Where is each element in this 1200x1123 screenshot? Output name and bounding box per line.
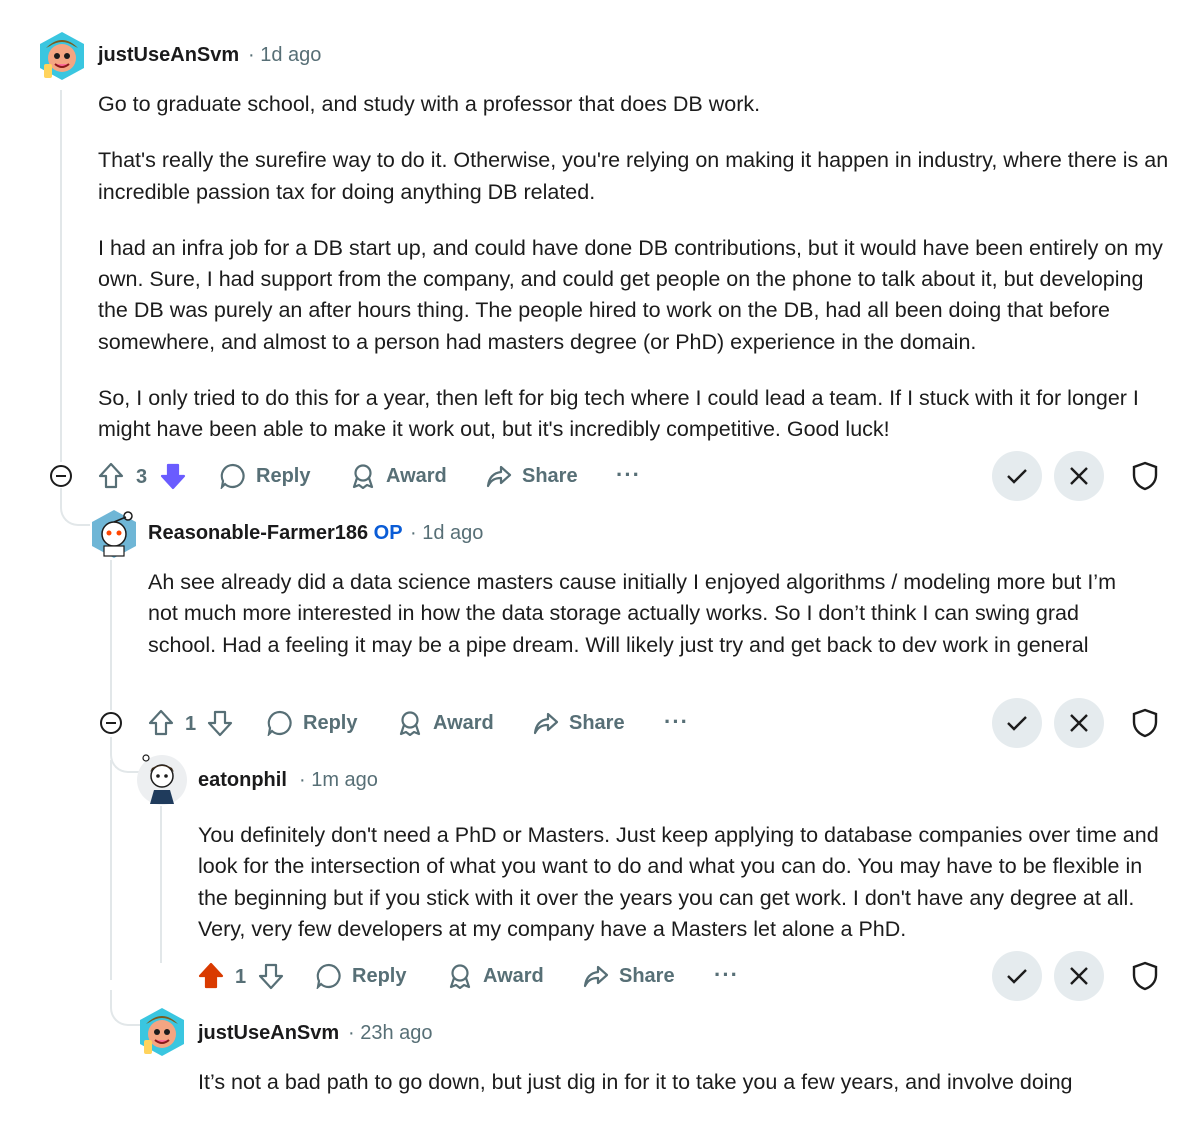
more-options-button[interactable]: ···: [616, 462, 641, 488]
share-button[interactable]: Share: [583, 963, 675, 989]
comment-paragraph: Ah see already did a data science master…: [148, 570, 1116, 657]
thread-line-reply-1: [110, 560, 112, 710]
comment-icon: [220, 463, 245, 489]
downvote-icon[interactable]: [160, 462, 186, 495]
avatar[interactable]: [88, 506, 136, 558]
reply-button[interactable]: Reply: [316, 963, 406, 989]
comment-author[interactable]: justUseAnSvm: [198, 1022, 339, 1045]
remove-button[interactable]: [1054, 951, 1104, 1001]
comment-paragraph: So, I only tried to do this for a year, …: [98, 386, 1139, 442]
vote-count: 1: [185, 713, 197, 735]
share-icon: [583, 965, 609, 988]
comment-paragraph: It’s not a bad path to go down, but just…: [198, 1070, 1073, 1094]
vote-count: 3: [136, 466, 148, 488]
share-icon: [533, 712, 559, 735]
shield-icon[interactable]: [1131, 961, 1161, 991]
thread-line-reply-2: [110, 760, 112, 980]
comment-timestamp[interactable]: · 1d ago: [410, 522, 483, 545]
comment-paragraph: That's really the surefire way to do it.…: [98, 148, 1169, 204]
upvote-icon[interactable]: [198, 962, 224, 995]
comment-body: It’s not a bad path to go down, but just…: [198, 1067, 1173, 1123]
comment-author[interactable]: justUseAnSvm: [98, 44, 239, 67]
remove-icon: [1070, 714, 1088, 732]
comment-body: You definitely don't need a PhD or Maste…: [198, 820, 1173, 970]
comment-timestamp[interactable]: · 1d ago: [248, 44, 321, 67]
approve-button[interactable]: [992, 698, 1042, 748]
more-options-button[interactable]: ···: [664, 709, 689, 735]
approve-icon: [1007, 469, 1027, 484]
comment-paragraph: I had an infra job for a DB start up, an…: [98, 235, 1163, 354]
award-button[interactable]: Award: [397, 710, 494, 736]
comment-paragraph: You definitely don't need a PhD or Maste…: [198, 823, 1159, 941]
collapse-icon[interactable]: [50, 465, 72, 487]
thread-line-reply-3: [160, 806, 162, 963]
approve-icon: [1007, 716, 1027, 731]
upvote-icon[interactable]: [148, 709, 174, 742]
avatar[interactable]: [136, 754, 187, 805]
approve-button[interactable]: [992, 451, 1042, 501]
award-button[interactable]: Award: [447, 963, 544, 989]
approve-button[interactable]: [992, 951, 1042, 1001]
reply-label: Reply: [303, 711, 358, 734]
comment-icon: [267, 710, 292, 736]
award-icon: [352, 464, 374, 489]
award-button[interactable]: Award: [350, 463, 447, 489]
reply-label: Reply: [352, 964, 407, 987]
share-label: Share: [569, 711, 625, 734]
share-label: Share: [522, 464, 578, 487]
award-label: Award: [433, 711, 494, 734]
remove-icon: [1070, 967, 1088, 985]
award-label: Award: [483, 964, 544, 987]
downvote-icon[interactable]: [258, 962, 284, 995]
comment-timestamp[interactable]: · 1m ago: [299, 769, 378, 792]
more-options-button[interactable]: ···: [714, 962, 739, 988]
reply-button[interactable]: Reply: [220, 463, 310, 489]
thread-elbow: [60, 488, 90, 526]
vote-count: 1: [235, 966, 247, 988]
comment-paragraph: Go to graduate school, and study with a …: [98, 92, 761, 116]
remove-button[interactable]: [1054, 451, 1104, 501]
downvote-icon[interactable]: [207, 709, 233, 742]
collapse-icon[interactable]: [100, 712, 122, 734]
reply-label: Reply: [256, 464, 311, 487]
comment-body: Go to graduate school, and study with a …: [98, 89, 1178, 471]
remove-button[interactable]: [1054, 698, 1104, 748]
comment-author[interactable]: eatonphil: [198, 769, 287, 792]
share-label: Share: [619, 964, 675, 987]
thread-line-root: [60, 90, 62, 462]
comment-body: Ah see already did a data science master…: [148, 567, 1148, 686]
share-icon: [486, 465, 512, 488]
remove-icon: [1070, 467, 1088, 485]
avatar[interactable]: [136, 1004, 184, 1056]
comment-author[interactable]: Reasonable-Farmer186 OP: [148, 522, 403, 545]
award-icon: [449, 964, 471, 989]
avatar[interactable]: [36, 28, 84, 80]
shield-icon[interactable]: [1131, 708, 1161, 738]
op-badge: OP: [373, 522, 403, 544]
shield-icon[interactable]: [1131, 461, 1161, 491]
share-button[interactable]: Share: [533, 710, 625, 736]
comment-icon: [316, 963, 341, 989]
reply-button[interactable]: Reply: [267, 710, 357, 736]
comment-timestamp[interactable]: · 23h ago: [348, 1022, 433, 1045]
share-button[interactable]: Share: [486, 463, 578, 489]
approve-icon: [1007, 969, 1027, 984]
upvote-icon[interactable]: [98, 462, 124, 495]
award-icon: [399, 711, 421, 736]
award-label: Award: [386, 464, 447, 487]
